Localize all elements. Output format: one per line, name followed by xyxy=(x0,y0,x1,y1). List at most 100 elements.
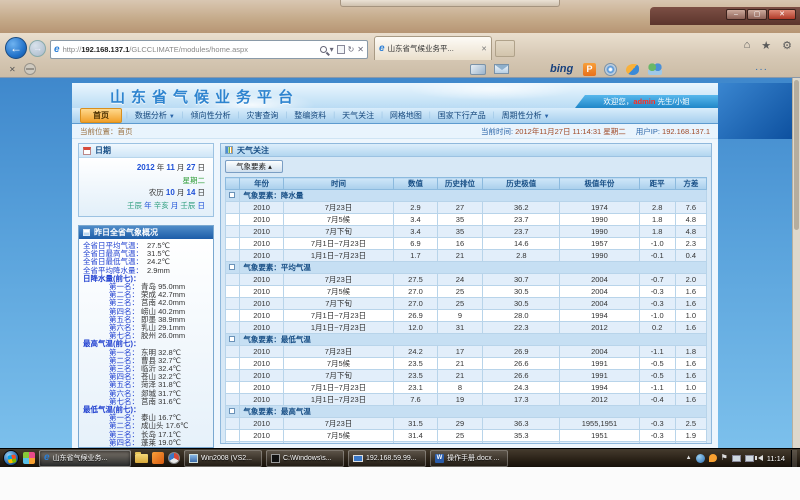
table-cell: 1.6 xyxy=(675,370,706,382)
table-group-row[interactable]: 气象要素：降水量 xyxy=(226,190,707,202)
monitor-icon[interactable] xyxy=(732,455,741,462)
stop-icon[interactable]: ✕ xyxy=(357,45,364,54)
table-cell: -0.7 xyxy=(639,274,675,286)
taskbar-window-button[interactable]: 192.168.59.99... xyxy=(348,450,426,467)
nav-item[interactable]: 国家下行产品▼ xyxy=(431,110,493,121)
nav-item[interactable]: 数据分析▼ xyxy=(128,110,182,121)
table-row[interactable]: 20107月下旬23.52126.61991-0.51.6 xyxy=(226,370,707,382)
table-row[interactable]: 20107月23日24.21726.92004-1.11.8 xyxy=(226,346,707,358)
column-header: 历史极值 xyxy=(483,178,560,190)
table-row[interactable]: 20107月5候3.43523.719901.84.8 xyxy=(226,214,707,226)
table-cell: 26.6 xyxy=(483,358,560,370)
table-cell: 2010 xyxy=(240,214,283,226)
table-row[interactable]: 20107月1日~7月23日26.9928.01994-1.01.0 xyxy=(226,310,707,322)
table-row[interactable]: 20107月下旬31.42535.31951-0.31.9 xyxy=(226,442,707,445)
bing-logo[interactable]: bing xyxy=(550,63,573,75)
expander-icon[interactable] xyxy=(229,336,235,342)
nav-item[interactable]: 周期性分析▼ xyxy=(495,110,557,121)
scrollbar-thumb[interactable] xyxy=(794,80,799,230)
hidden-icons-arrow[interactable]: ▲ xyxy=(686,455,692,461)
search-caret-icon[interactable]: ▾ xyxy=(330,45,334,54)
tools-gear-icon[interactable]: ⚙ xyxy=(782,39,792,52)
element-filter-button[interactable]: 气象要素 ▴ xyxy=(225,160,283,173)
taskbar-window-button[interactable]: Win2008 (VS2... xyxy=(184,450,262,467)
expander-icon[interactable] xyxy=(229,408,235,414)
weather-data-table: 年份时间数值历史排位历史极值极值年份距平方差 气象要素：降水量20107月23日… xyxy=(225,177,707,444)
toolbar-close-icon[interactable]: ✕ xyxy=(9,65,16,74)
compatibility-view-icon[interactable] xyxy=(337,45,345,54)
table-row[interactable]: 20101月1日~7月23日1.7212.81990-0.10.4 xyxy=(226,250,707,262)
table-row[interactable]: 20107月5候23.52126.61991-0.51.6 xyxy=(226,358,707,370)
table-row[interactable]: 20107月下旬3.43523.719901.84.8 xyxy=(226,226,707,238)
table-cell: -1.0 xyxy=(639,238,675,250)
minimize-icon[interactable]: – xyxy=(726,9,746,20)
table-row[interactable]: 20107月23日27.52430.72004-0.72.0 xyxy=(226,274,707,286)
table-cell: 7月1日~7月23日 xyxy=(283,238,394,250)
table-cell: 2010 xyxy=(240,286,283,298)
expander-icon[interactable] xyxy=(229,264,235,270)
taskbar-ie-window[interactable]: e 山东省气候业务... xyxy=(39,450,131,467)
table-group-row[interactable]: 气象要素：平均气温 xyxy=(226,262,707,274)
blocked-plugin-icon[interactable] xyxy=(24,63,36,75)
contacts-icon[interactable] xyxy=(648,63,662,75)
media-app-icon[interactable] xyxy=(168,452,180,464)
colorful-app-icon[interactable] xyxy=(23,452,35,464)
network-icon[interactable] xyxy=(696,454,705,463)
table-row[interactable]: 20107月1日~7月23日6.91614.61957-1.02.3 xyxy=(226,238,707,250)
speaker-icon[interactable] xyxy=(758,455,763,461)
monitor2-icon[interactable] xyxy=(745,455,754,462)
table-row[interactable]: 20101月1日~7月23日7.61917.32012-0.41.6 xyxy=(226,394,707,406)
table-row[interactable]: 20107月23日31.52936.31955,1951-0.32.5 xyxy=(226,418,707,430)
breadcrumb[interactable]: 当前位置：首页 xyxy=(80,126,133,137)
tab-title[interactable]: 山东省气候业务平... xyxy=(388,43,479,54)
table-row[interactable]: 20101月1日~7月23日12.03122.320120.21.6 xyxy=(226,322,707,334)
nav-item[interactable]: 首页▼ xyxy=(80,108,122,123)
new-tab-button[interactable] xyxy=(495,40,515,57)
nav-item[interactable]: 整编资料▼ xyxy=(287,110,333,121)
breadcrumb-bar: 当前位置：首页 当前时间: 2012年11月27日 11:14:31 星期二 用… xyxy=(72,124,718,139)
table-row[interactable]: 20107月1日~7月23日23.1824.31994-1.11.0 xyxy=(226,382,707,394)
notification-icon[interactable] xyxy=(709,454,717,462)
tray-clock[interactable]: 11:14 xyxy=(767,454,785,463)
table-cell: 7.6 xyxy=(394,394,437,406)
tab-close-icon[interactable]: ✕ xyxy=(481,45,487,53)
table-group-row[interactable]: 气象要素：最高气温 xyxy=(226,406,707,418)
forward-button[interactable]: → xyxy=(29,40,46,57)
browser-tab[interactable]: e 山东省气候业务平... ✕ xyxy=(374,36,492,60)
refresh-icon[interactable]: ↻ xyxy=(348,45,355,54)
table-row[interactable]: 20107月5候27.02530.52004-0.31.6 xyxy=(226,286,707,298)
show-desktop-button[interactable] xyxy=(791,450,797,467)
back-button[interactable]: ← xyxy=(5,37,27,59)
close-icon[interactable]: ✕ xyxy=(768,9,796,20)
start-button[interactable] xyxy=(3,450,19,466)
url-text[interactable]: http://192.168.137.1/GLCCLIMATE/modules/… xyxy=(63,45,317,54)
disc-icon[interactable] xyxy=(604,63,617,76)
more-options-icon[interactable]: ··· xyxy=(755,64,768,75)
table-cell: 23.7 xyxy=(483,214,560,226)
maximize-icon[interactable]: ▢ xyxy=(747,9,767,20)
bird-icon[interactable] xyxy=(626,64,639,75)
favorites-star-icon[interactable]: ★ xyxy=(761,39,771,52)
card-icon[interactable] xyxy=(470,64,486,75)
taskbar-window-button[interactable]: C:\Windows\s... xyxy=(266,450,344,467)
table-row[interactable]: 20107月下旬27.02530.52004-0.31.6 xyxy=(226,298,707,310)
table-cell: 31 xyxy=(437,322,483,334)
address-bar[interactable]: e http://192.168.137.1/GLCCLIMATE/module… xyxy=(50,40,368,59)
action-center-flag-icon[interactable]: ⚑ xyxy=(721,454,728,462)
home-icon[interactable]: ⌂ xyxy=(744,39,751,52)
search-icon[interactable] xyxy=(320,46,327,53)
expander-icon[interactable] xyxy=(229,192,235,198)
mail-icon[interactable] xyxy=(494,64,509,74)
orange-app-icon[interactable] xyxy=(152,452,164,464)
table-group-row[interactable]: 气象要素：最低气温 xyxy=(226,334,707,346)
nav-item[interactable]: 灾害查询▼ xyxy=(239,110,285,121)
table-row[interactable]: 20107月23日2.92736.219742.87.6 xyxy=(226,202,707,214)
table-row[interactable]: 20107月5候31.42535.31951-0.31.9 xyxy=(226,430,707,442)
taskbar-window-button[interactable]: W操作手册.docx ... xyxy=(430,450,508,467)
nav-item[interactable]: 天气关注▼ xyxy=(335,110,381,121)
nav-item[interactable]: 网格地图▼ xyxy=(383,110,429,121)
explorer-folder-icon[interactable] xyxy=(135,454,148,463)
nav-item[interactable]: 倾向性分析▼ xyxy=(184,110,238,121)
page-scrollbar[interactable] xyxy=(792,78,800,448)
pinyin-p-icon[interactable]: P xyxy=(583,63,596,76)
